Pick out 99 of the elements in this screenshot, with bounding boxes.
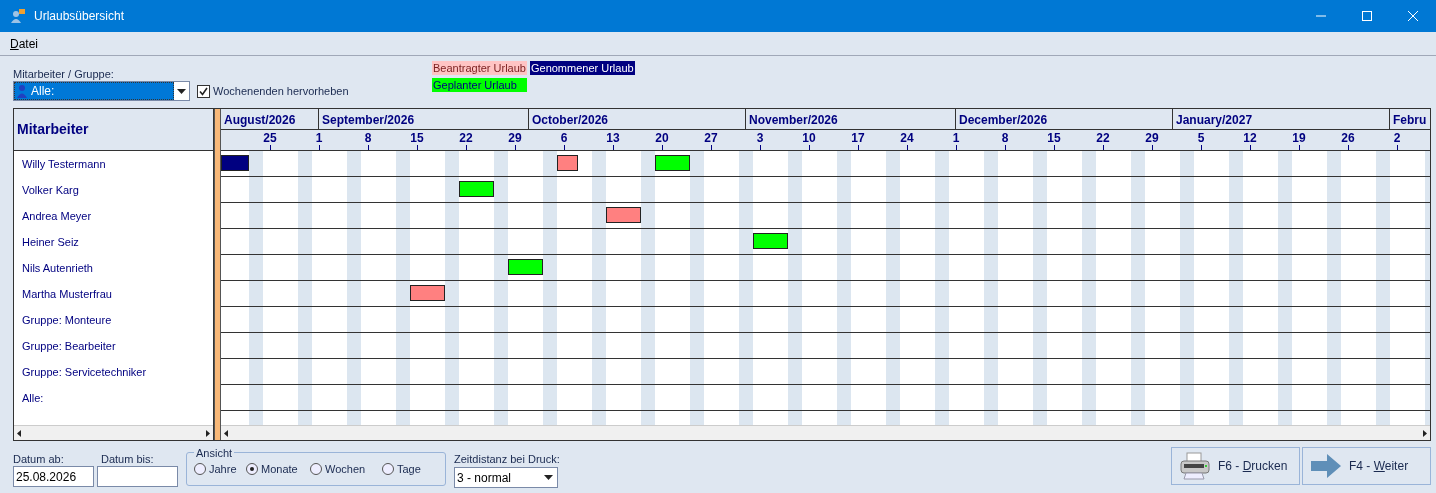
radio-label: Monate (261, 461, 298, 477)
app-icon (10, 8, 26, 24)
person-icon (17, 84, 29, 98)
week-label: 15 (409, 131, 425, 145)
week-label: 22 (458, 131, 474, 145)
tick-mark (1152, 145, 1153, 150)
dropdown-caret-icon (177, 88, 186, 94)
employee-name: Gruppe: Servicetechniker (22, 364, 147, 380)
date-from-field[interactable]: 25.08.2026 (13, 466, 94, 487)
tick-mark (515, 145, 516, 150)
week-label: 8 (363, 131, 373, 145)
horizontal-scrollbar[interactable] (14, 425, 213, 440)
tick-mark (564, 145, 565, 150)
window-title: Urlaubsübersicht (34, 8, 125, 25)
radio-label: Tage (397, 461, 421, 477)
week-label: 24 (899, 131, 915, 145)
tick-mark (907, 145, 908, 150)
week-label: 10 (801, 131, 817, 145)
field-label: Datum ab: (13, 452, 64, 467)
tick-mark (858, 145, 859, 150)
date-to-field[interactable] (97, 466, 178, 487)
week-label: 5 (1196, 131, 1206, 145)
radio-button[interactable] (194, 463, 206, 475)
week-label: 2 (1392, 131, 1402, 145)
week-label: 8 (1000, 131, 1010, 145)
week-label: 1 (951, 131, 961, 145)
tick-mark (319, 145, 320, 150)
tick-mark (270, 145, 271, 150)
tick-mark (368, 145, 369, 150)
column-header: Mitarbeiter (14, 109, 213, 151)
week-label: 29 (1144, 131, 1160, 145)
field-label: Zeitdistanz bei Druck: (454, 452, 560, 467)
menu-item[interactable]: Datei (10, 34, 39, 53)
tick-mark (711, 145, 712, 150)
radio-label: Jahre (209, 461, 237, 477)
splitter[interactable] (214, 109, 221, 440)
group-dropdown[interactable]: Alle: (13, 81, 190, 101)
week-label: 13 (605, 131, 621, 145)
legend-item: Beantragter Urlaub (432, 61, 527, 75)
week-label: 6 (559, 131, 569, 145)
tick-mark (760, 145, 761, 150)
next-button[interactable]: F4 - Weiter (1302, 447, 1431, 485)
print-distance-dropdown[interactable]: 3 - normal (454, 467, 558, 488)
employee-name: Gruppe: Monteure (22, 312, 112, 328)
tick-mark (1054, 145, 1055, 150)
radio-button[interactable] (310, 463, 322, 475)
close-icon[interactable] (1408, 11, 1418, 21)
week-label: 27 (703, 131, 719, 145)
employee-name: Nils Autenrieth (22, 260, 93, 276)
employee-name: Volker Karg (22, 182, 79, 198)
week-label: 1 (314, 131, 324, 145)
scroll-left-icon (17, 429, 21, 437)
legend-item: Genommener Urlaub (529, 61, 635, 75)
tick-mark (1005, 145, 1006, 150)
dropdown-caret-icon (544, 475, 553, 480)
tick-mark (1201, 145, 1202, 150)
maximize-icon[interactable] (1362, 11, 1372, 21)
radio-label: Wochen (325, 461, 366, 477)
week-label: 19 (1291, 131, 1307, 145)
scroll-right-icon (1423, 429, 1427, 437)
tick-mark (809, 145, 810, 150)
week-label: 25 (262, 131, 278, 145)
checkbox-label: Wochenenden hervorheben (213, 84, 349, 99)
radio-button[interactable] (382, 463, 394, 475)
printer-icon (1180, 452, 1210, 480)
tick-mark (613, 145, 614, 150)
tick-mark (662, 145, 663, 150)
print-button[interactable]: F6 - Drucken (1171, 447, 1300, 485)
checkbox[interactable] (197, 84, 210, 98)
week-label: 22 (1095, 131, 1111, 145)
tick-mark (1103, 145, 1104, 150)
employee-name: Willy Testermann (22, 156, 106, 172)
tick-mark (466, 145, 467, 150)
scroll-right-icon (206, 429, 210, 437)
tick-mark (1299, 145, 1300, 150)
week-label: 3 (755, 131, 765, 145)
employee-name: Heiner Seiz (22, 234, 79, 250)
week-label: 15 (1046, 131, 1062, 145)
field-label: Datum bis: (101, 452, 154, 467)
tick-mark (1397, 145, 1398, 150)
radio-button[interactable] (246, 463, 258, 475)
week-label: 17 (850, 131, 866, 145)
employee-name: Gruppe: Bearbeiter (22, 338, 116, 354)
week-label: 26 (1340, 131, 1356, 145)
horizontal-scrollbar[interactable] (221, 425, 1430, 440)
tick-mark (956, 145, 957, 150)
right-arrow-icon (1311, 454, 1341, 478)
tick-mark (1348, 145, 1349, 150)
scroll-left-icon (224, 429, 228, 437)
employee-name: Martha Musterfrau (22, 286, 112, 302)
tick-mark (1250, 145, 1251, 150)
week-label: 20 (654, 131, 670, 145)
field-label: Mitarbeiter / Gruppe: (13, 67, 114, 82)
employee-name: Andrea Meyer (22, 208, 92, 224)
employee-name: Alle: (22, 390, 44, 406)
legend-item: Geplanter Urlaub (432, 78, 527, 92)
week-label: 12 (1242, 131, 1258, 145)
tick-mark (417, 145, 418, 150)
week-label: 29 (507, 131, 523, 145)
